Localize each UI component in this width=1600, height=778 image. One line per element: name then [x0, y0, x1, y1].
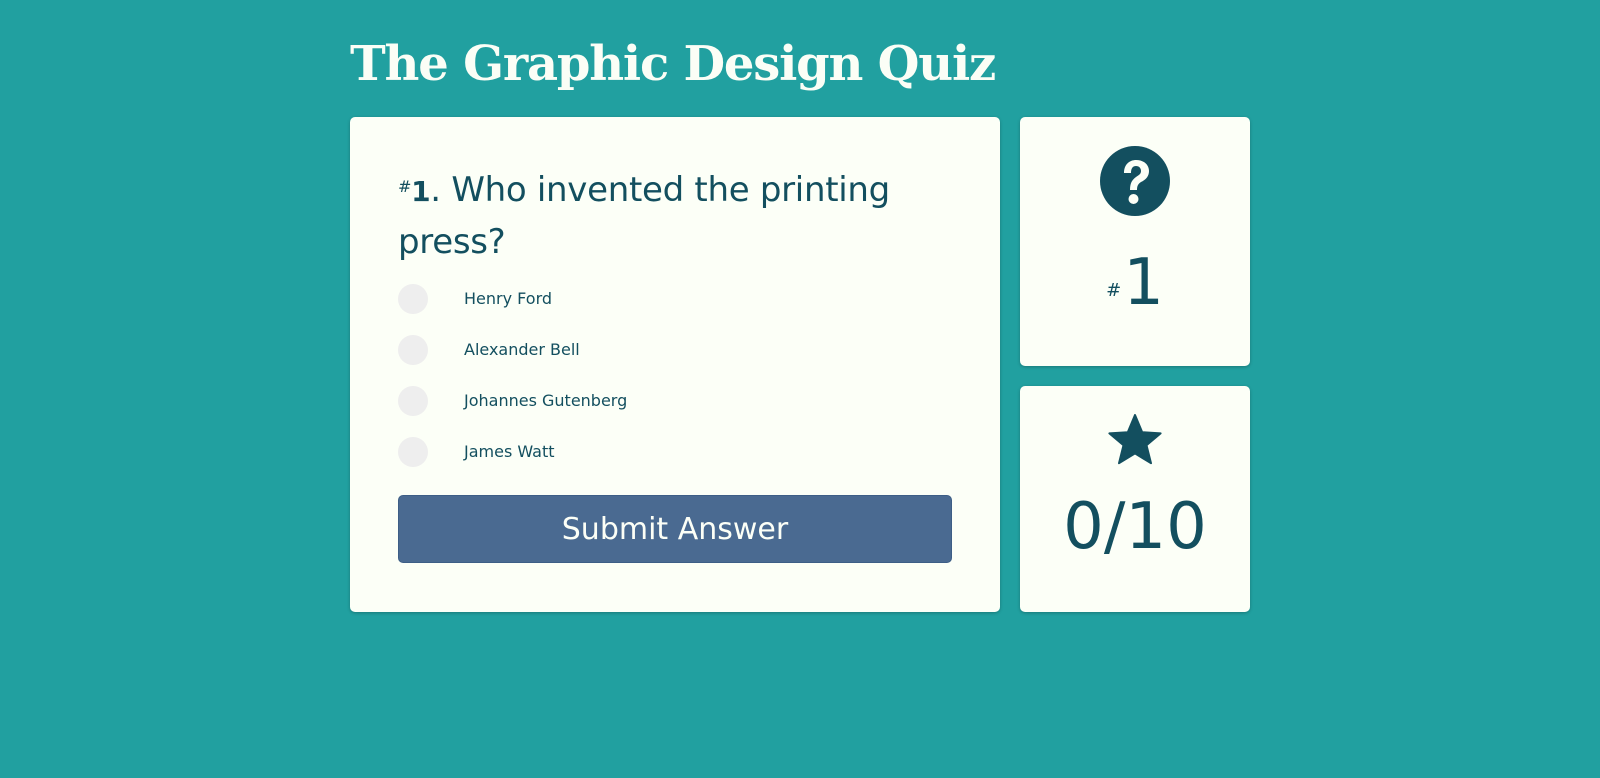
current-question-value: 1: [1123, 246, 1164, 320]
score-value: 0/10: [1063, 490, 1207, 564]
submit-answer-button[interactable]: Submit Answer: [398, 495, 952, 563]
answer-option-alexander-bell[interactable]: Alexander Bell: [398, 335, 952, 386]
score-card: 0/10: [1020, 386, 1250, 612]
answer-radio[interactable]: [398, 437, 428, 467]
question-number-card: #1: [1020, 117, 1250, 366]
answer-option-henry-ford[interactable]: Henry Ford: [398, 284, 952, 335]
answer-option-label[interactable]: Johannes Gutenberg: [464, 391, 627, 411]
question-number-separator: .: [430, 170, 441, 210]
page-title: The Graphic Design Quiz: [350, 36, 996, 92]
answer-option-johannes-gutenberg[interactable]: Johannes Gutenberg: [398, 386, 952, 437]
answer-radio[interactable]: [398, 335, 428, 365]
question-circle-icon: [1100, 146, 1170, 216]
question-text: #1. Who invented the printing press?: [398, 165, 938, 268]
answer-options: Henry Ford Alexander Bell Johannes Guten…: [398, 284, 952, 488]
question-card: #1. Who invented the printing press? Hen…: [350, 117, 1000, 612]
answer-option-label[interactable]: James Watt: [464, 442, 555, 462]
question-hash: #: [398, 177, 412, 196]
star-icon: [1108, 414, 1162, 465]
answer-option-label[interactable]: Alexander Bell: [464, 340, 580, 360]
current-question-hash: #: [1106, 280, 1122, 301]
current-question-number: #1: [1020, 238, 1250, 328]
answer-radio[interactable]: [398, 284, 428, 314]
answer-radio[interactable]: [398, 386, 428, 416]
answer-option-james-watt[interactable]: James Watt: [398, 437, 952, 488]
question-prompt: Who invented the printing press?: [398, 170, 890, 262]
answer-option-label[interactable]: Henry Ford: [464, 289, 552, 309]
question-number: 1: [411, 175, 431, 208]
